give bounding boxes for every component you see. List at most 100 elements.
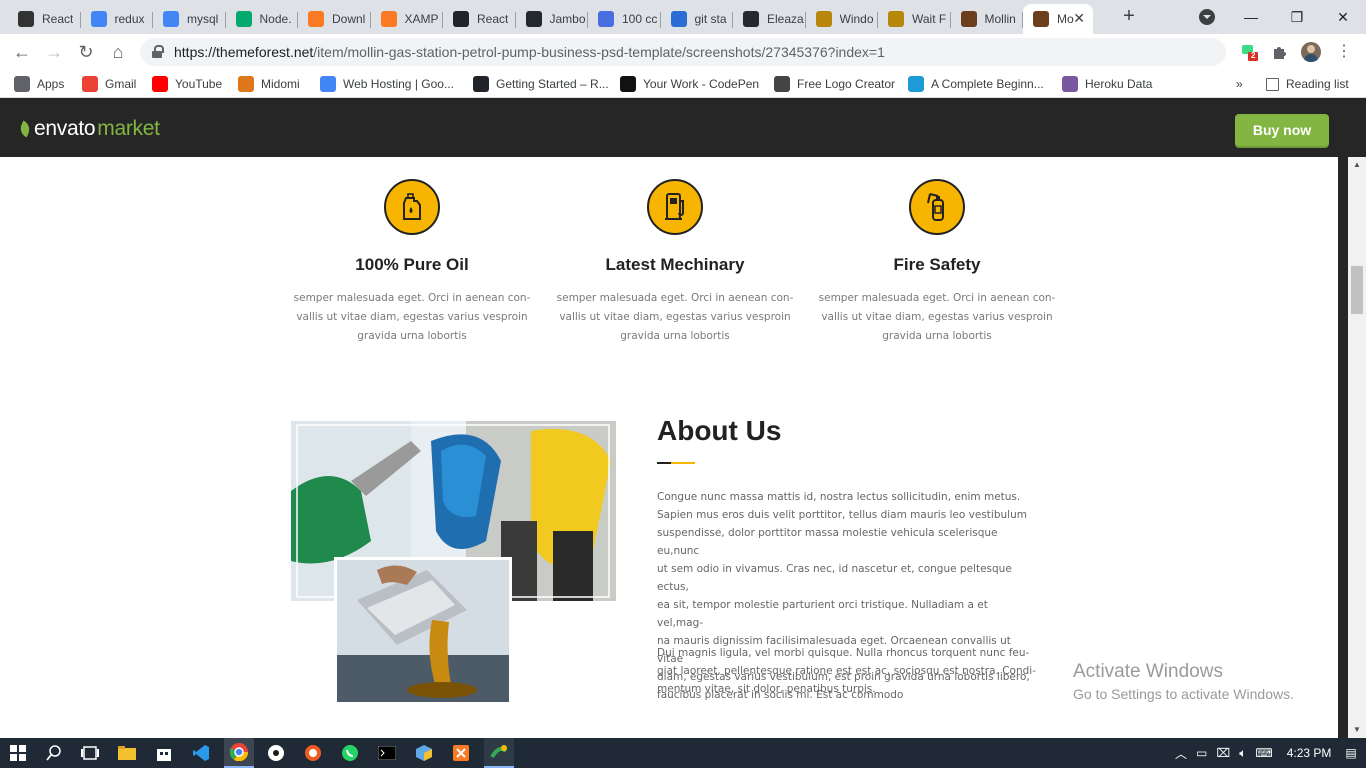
browser-toolbar: ← → ↻ ⌂ https://themeforest.net /item/mo… (0, 34, 1366, 70)
bookmark-item[interactable]: Getting Started – R... (473, 75, 609, 93)
bookmark-item[interactable]: Free Logo Creator (774, 75, 895, 93)
clock-time[interactable]: 4:23 PM (1287, 746, 1332, 760)
profile-avatar[interactable] (1301, 42, 1321, 62)
restore-button[interactable]: ❐ (1274, 0, 1320, 34)
cube-app-icon[interactable] (414, 743, 434, 763)
tab-label: 100 cc (622, 12, 658, 26)
browser-tab[interactable]: git sta (661, 4, 733, 34)
chrome-taskbar-icon[interactable] (224, 738, 254, 768)
xampp-taskbar-icon[interactable] (451, 743, 471, 763)
system-tray: ︿ ▭ ⌧ 🔈︎ ⌨︎ 4:23 PM ▤ (1175, 738, 1357, 768)
extension-android-icon[interactable]: 2 (1240, 42, 1260, 62)
bookmark-label: Gmail (105, 77, 137, 91)
minimize-button[interactable]: — (1228, 0, 1274, 34)
close-tab-icon[interactable]: ✕ (1073, 10, 1085, 27)
feature-latest-machinery: Latest Mechinary semper malesuada eget. … (555, 179, 795, 346)
feature-description: semper malesuada eget. Orci in aenean co… (555, 289, 795, 346)
menu-kebab-icon[interactable]: ⋮ (1334, 42, 1354, 62)
vscode-icon[interactable] (191, 743, 211, 763)
scroll-down-icon[interactable]: ▼ (1352, 725, 1362, 735)
network-icon[interactable]: ⌧ (1216, 746, 1230, 760)
extensions-puzzle-icon[interactable] (1270, 42, 1290, 62)
terminal-icon[interactable] (377, 743, 397, 763)
bookmark-item[interactable]: Apps (14, 75, 64, 93)
tab-label: Jambo (549, 12, 586, 26)
github-icon (743, 11, 759, 27)
ime-icon[interactable]: ⌨︎ (1255, 746, 1272, 760)
browser-tab[interactable]: Eleaza (733, 4, 806, 34)
envato-leaf-icon (17, 120, 33, 138)
file-explorer-icon[interactable] (117, 743, 137, 763)
store-icon[interactable] (154, 743, 174, 763)
bookmark-item[interactable]: Gmail (82, 75, 136, 93)
browser-tab[interactable]: Mo ✕ (1023, 4, 1093, 34)
address-bar[interactable]: https://themeforest.net /item/mollin-gas… (140, 38, 1226, 66)
bookmark-item[interactable]: YouTube (152, 75, 222, 93)
windows-start-icon[interactable] (8, 743, 28, 763)
browser-tab[interactable]: mysql (153, 4, 226, 34)
about-line: Dui magnis ligula, vel morbi quisque. Nu… (657, 647, 1030, 659)
browser-tab[interactable]: Downl (298, 4, 371, 34)
feature-title: 100% Pure Oil (355, 255, 469, 274)
whatsapp-icon[interactable] (340, 743, 360, 763)
scroll-thumb[interactable] (1351, 266, 1363, 314)
reload-icon[interactable]: ↻ (76, 42, 96, 62)
feature-desc-line: gravida urna lobortis (357, 330, 467, 342)
paint-app-icon[interactable] (484, 738, 514, 768)
close-window-button[interactable]: ✕ (1320, 0, 1366, 34)
back-icon[interactable]: ← (12, 42, 32, 62)
postman-icon[interactable] (303, 743, 323, 763)
bookmark-label: YouTube (175, 77, 223, 91)
home-icon[interactable]: ⌂ (108, 42, 128, 62)
browser-tab[interactable]: React (8, 4, 81, 34)
chevron-up-icon[interactable]: ︿ (1175, 745, 1187, 762)
envato-logo[interactable]: envato market (17, 117, 160, 141)
browser-tab[interactable]: Node. (226, 4, 298, 34)
search-icon[interactable] (44, 743, 64, 763)
oil-can-icon (384, 179, 440, 235)
browser-tab[interactable]: Jambo (516, 4, 588, 34)
browser-tab[interactable]: redux (81, 4, 153, 34)
scroll-up-icon[interactable]: ▲ (1352, 160, 1362, 170)
new-tab-button[interactable]: + (1119, 6, 1139, 26)
forward-icon[interactable]: → (44, 42, 64, 62)
browser-tab[interactable]: XAMP (371, 4, 443, 34)
reading-list-button[interactable]: Reading list (1266, 75, 1349, 93)
bookmark-item[interactable]: Midomi (238, 75, 300, 93)
feature-title: Fire Safety (893, 255, 981, 274)
notification-icon[interactable]: ▤ (1345, 746, 1356, 760)
extension-badge: 2 (1251, 51, 1256, 60)
tab-label: Node. (259, 12, 292, 26)
browser-tab[interactable]: Windo (806, 4, 878, 34)
about-title: About Us (657, 415, 782, 446)
browser-tab[interactable]: Mollin (951, 4, 1023, 34)
battery-icon[interactable]: ▭ (1196, 746, 1207, 760)
g-icon (888, 11, 904, 27)
volume-icon[interactable]: 🔈︎ (1239, 746, 1246, 761)
bookmark-item[interactable]: Your Work - CodePen (620, 75, 759, 93)
app-icon-dot[interactable] (266, 743, 286, 763)
task-view-icon[interactable] (80, 743, 100, 763)
feature-desc-line: gravida urna lobortis (882, 330, 992, 342)
bookmarks-overflow[interactable]: » (1236, 75, 1243, 93)
react-icon (453, 11, 469, 27)
page-scrollbar[interactable] (1348, 157, 1366, 738)
tab-label: Windo (839, 12, 874, 26)
google-icon (90, 11, 107, 27)
feature-desc-line: vallis ut vitae diam, egestas varius ves… (559, 311, 791, 323)
about-line: ea sit, tempor molestie parturient orci … (657, 599, 988, 629)
browser-tab[interactable]: 100 cc (588, 4, 661, 34)
lock-icon[interactable] (152, 45, 164, 59)
bookmark-item[interactable]: Heroku Data (1062, 75, 1152, 93)
bookmark-item[interactable]: A Complete Beginn... (908, 75, 1044, 93)
bookmark-item[interactable]: Web Hosting | Goo... (320, 75, 454, 93)
about-line: giat laoreet, pellentesque ratione est e… (657, 665, 1036, 677)
browser-tab[interactable]: React (443, 4, 516, 34)
buy-now-button[interactable]: Buy now (1235, 114, 1329, 146)
browser-tab[interactable]: Wait F (878, 4, 951, 34)
feature-title: Latest Mechinary (605, 255, 745, 274)
tab-label: git sta (694, 12, 727, 26)
tab-search-icon[interactable] (1199, 9, 1215, 25)
youtube-icon (152, 76, 168, 92)
codepen-icon (620, 76, 636, 92)
